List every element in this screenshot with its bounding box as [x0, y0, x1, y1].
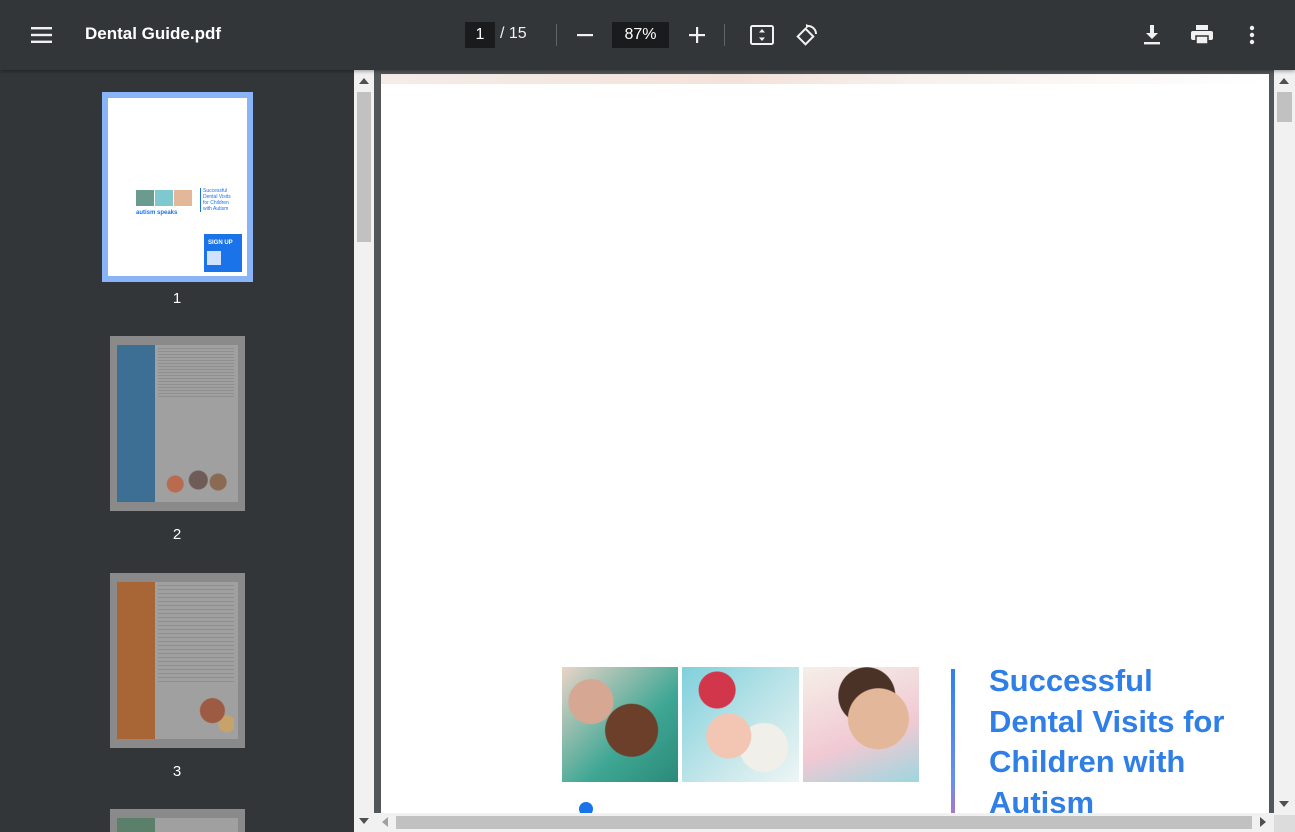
page-thumbnail-2[interactable] [110, 336, 245, 511]
thumbnail-text-lines [158, 585, 234, 685]
thumbnail-photos [136, 190, 192, 206]
fit-to-page-icon [750, 25, 774, 45]
pdf-toolbar: Dental Guide.pdf 1 / 15 87% [0, 0, 1295, 70]
thumbnail-title: Successful Dental Visits for Children wi… [200, 188, 234, 212]
menu-button[interactable] [24, 17, 60, 53]
plus-icon [689, 27, 705, 43]
thumbnail-page-number: 2 [172, 526, 182, 543]
horizontal-scroll-thumb[interactable] [396, 816, 1252, 829]
qr-code-icon [207, 251, 221, 265]
thumbnail-illustration [162, 460, 228, 500]
document-scroll-thumb[interactable] [1277, 92, 1292, 122]
zoom-in-button[interactable] [682, 20, 712, 50]
minus-icon [577, 34, 593, 37]
sidebar-scroll-thumb[interactable] [357, 92, 371, 242]
scroll-left-arrow-icon[interactable] [382, 817, 388, 827]
previous-page-edge [381, 74, 1269, 84]
rotate-button[interactable] [791, 19, 823, 51]
toolbar-divider [724, 24, 725, 46]
cover-photo-dental-model [682, 667, 799, 782]
zoom-input[interactable]: 87% [612, 22, 669, 48]
thumbnail-page-number: 3 [172, 763, 182, 780]
more-options-button[interactable] [1238, 19, 1266, 51]
thumbnail-page-number: 1 [172, 290, 182, 307]
pdf-page: Successful Dental Visits for Children wi… [381, 84, 1269, 815]
page-thumbnail-3[interactable] [110, 573, 245, 748]
thumbnail-body [155, 818, 238, 832]
page-thumbnail-1[interactable]: autism speaks Successful Dental Visits f… [102, 92, 253, 282]
thumbnail-sidebar: autism speaks Successful Dental Visits f… [0, 70, 354, 832]
thumbnail-brand: autism speaks [136, 210, 178, 216]
scrollbar-corner [1274, 815, 1295, 832]
download-button[interactable] [1136, 19, 1168, 51]
thumbnail-side-column [117, 582, 155, 739]
print-button[interactable] [1186, 19, 1218, 51]
more-vert-icon [1249, 25, 1255, 45]
sidebar-scrollbar[interactable] [354, 70, 374, 832]
menu-icon [31, 27, 52, 43]
zoom-out-button[interactable] [570, 20, 600, 50]
page-total: / 15 [500, 25, 527, 42]
print-icon [1191, 25, 1213, 45]
thumbnail-side-column [117, 345, 155, 502]
thumbnail-signup-box: SIGN UP [204, 234, 242, 272]
thumbnail-text-lines [158, 348, 234, 398]
download-icon [1144, 25, 1160, 45]
cover-photos [562, 667, 919, 782]
page-thumbnail-4[interactable] [110, 809, 245, 832]
scroll-right-arrow-icon[interactable] [1260, 817, 1266, 827]
document-horizontal-scrollbar[interactable] [374, 813, 1274, 832]
thumbnail-illustration [198, 693, 234, 737]
title-accent-bar [951, 669, 955, 815]
document-viewport[interactable]: Successful Dental Visits for Children wi… [374, 70, 1274, 815]
thumbnail-side-column [117, 818, 155, 832]
cover-photo-dentist-child [562, 667, 679, 782]
scroll-down-arrow-icon[interactable] [1279, 801, 1289, 807]
page-number-input[interactable]: 1 [465, 22, 495, 48]
document-title: Dental Guide.pdf [85, 24, 221, 43]
document-vertical-scrollbar[interactable] [1274, 70, 1295, 815]
fit-to-page-button[interactable] [746, 19, 778, 51]
scroll-down-arrow-icon[interactable] [359, 818, 369, 824]
cover-photo-toothbrushing [802, 667, 919, 782]
toolbar-divider [556, 24, 557, 46]
scroll-up-arrow-icon[interactable] [1279, 78, 1289, 84]
scroll-up-arrow-icon[interactable] [359, 78, 369, 84]
rotate-icon [796, 24, 817, 46]
thumbnail-signup-label: SIGN UP [208, 240, 233, 246]
cover-title: Successful Dental Visits for Children wi… [989, 663, 1225, 815]
